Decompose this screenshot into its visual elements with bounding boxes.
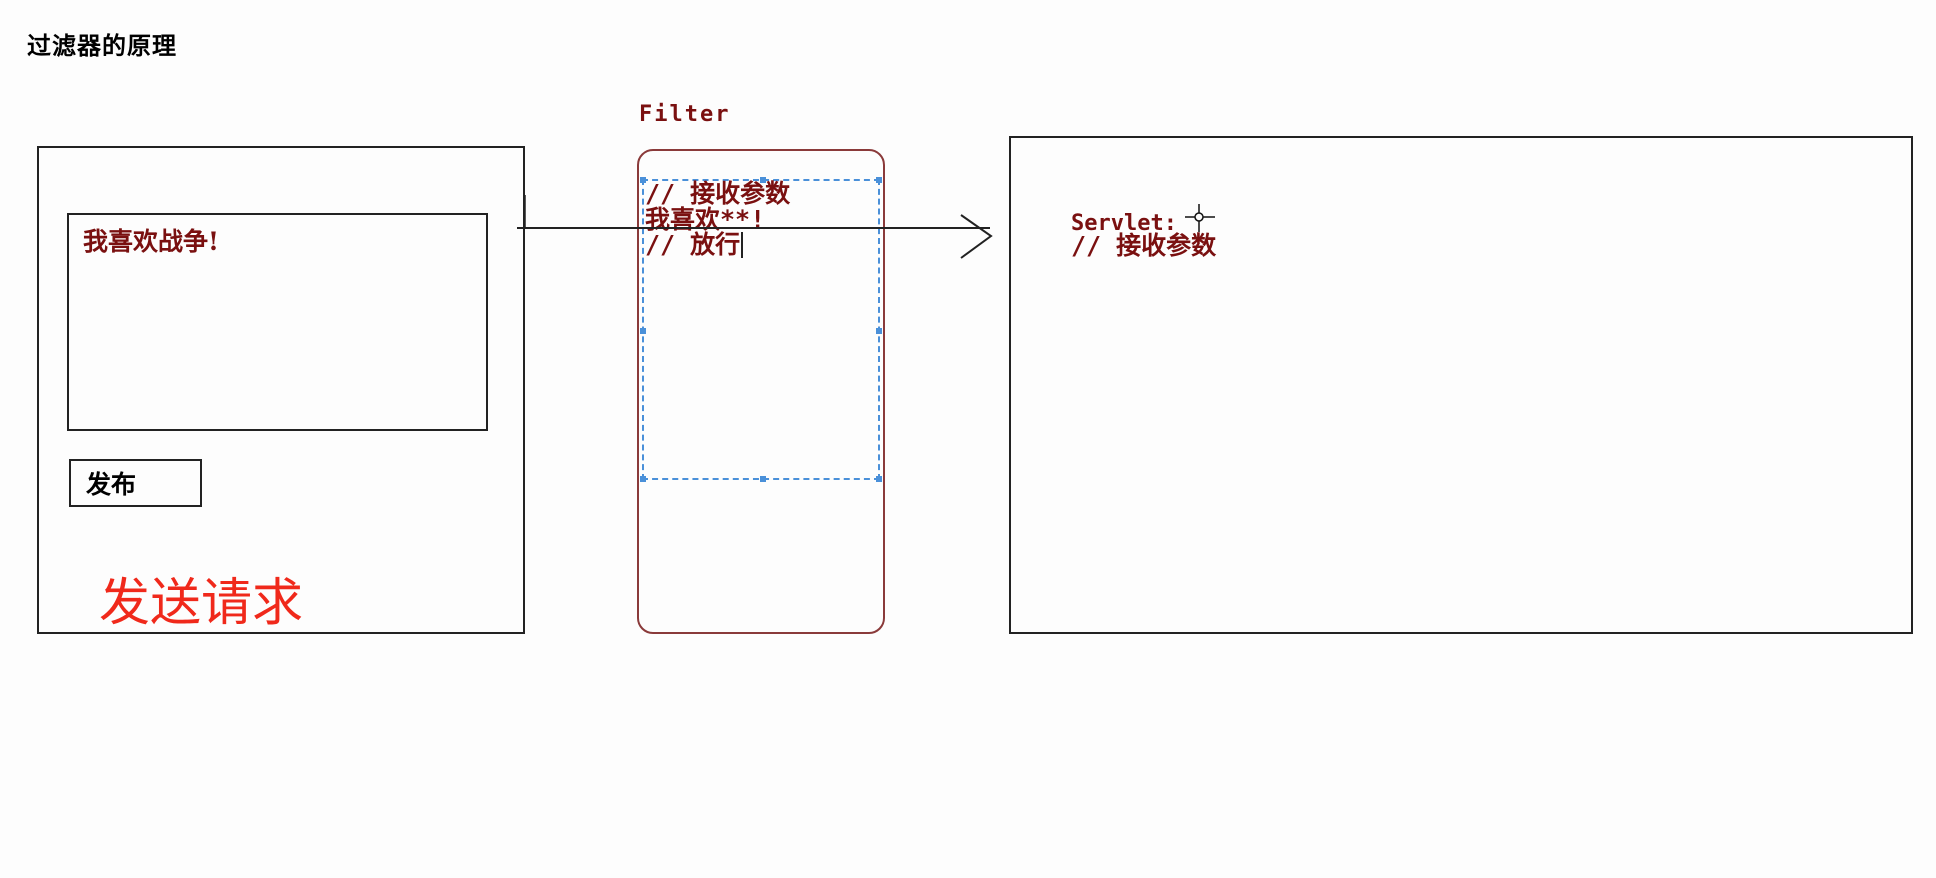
- crosshair-cursor-icon: [1185, 204, 1215, 232]
- arrow-right-icon: [517, 214, 993, 259]
- diagram-overlay: [517, 195, 1215, 259]
